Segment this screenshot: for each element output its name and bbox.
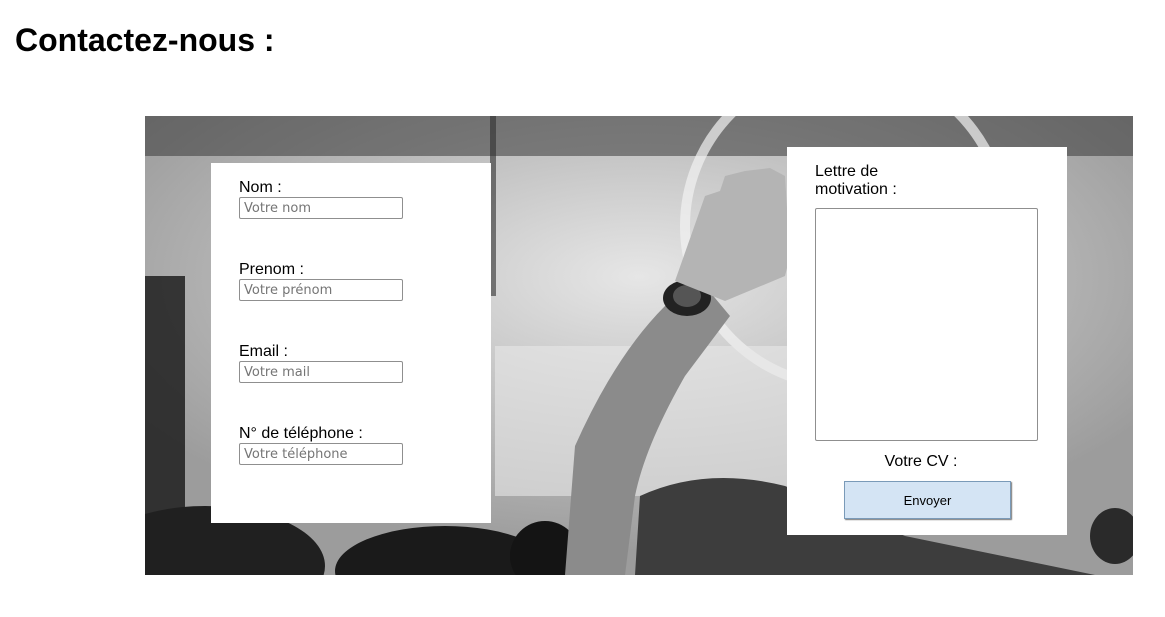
nom-input[interactable] <box>239 197 403 219</box>
contact-fields-panel: Nom : Prenom : Email : N° de téléphone : <box>211 163 491 523</box>
prenom-label: Prenom : <box>239 261 304 278</box>
motivation-label-line2: motivation : <box>815 181 897 198</box>
motivation-textarea[interactable] <box>815 208 1038 441</box>
telephone-input[interactable] <box>239 443 403 465</box>
email-label: Email : <box>239 343 288 360</box>
nom-label: Nom : <box>239 179 282 196</box>
email-input[interactable] <box>239 361 403 383</box>
cv-label: Votre CV : <box>884 453 958 470</box>
prenom-input[interactable] <box>239 279 403 301</box>
application-panel: Lettre de motivation : Votre CV : Envoye… <box>787 147 1067 535</box>
submit-button[interactable]: Envoyer <box>844 481 1011 519</box>
telephone-label: N° de téléphone : <box>239 425 363 442</box>
page-title: Contactez-nous : <box>15 22 275 58</box>
motivation-label-line1: Lettre de <box>815 163 879 180</box>
